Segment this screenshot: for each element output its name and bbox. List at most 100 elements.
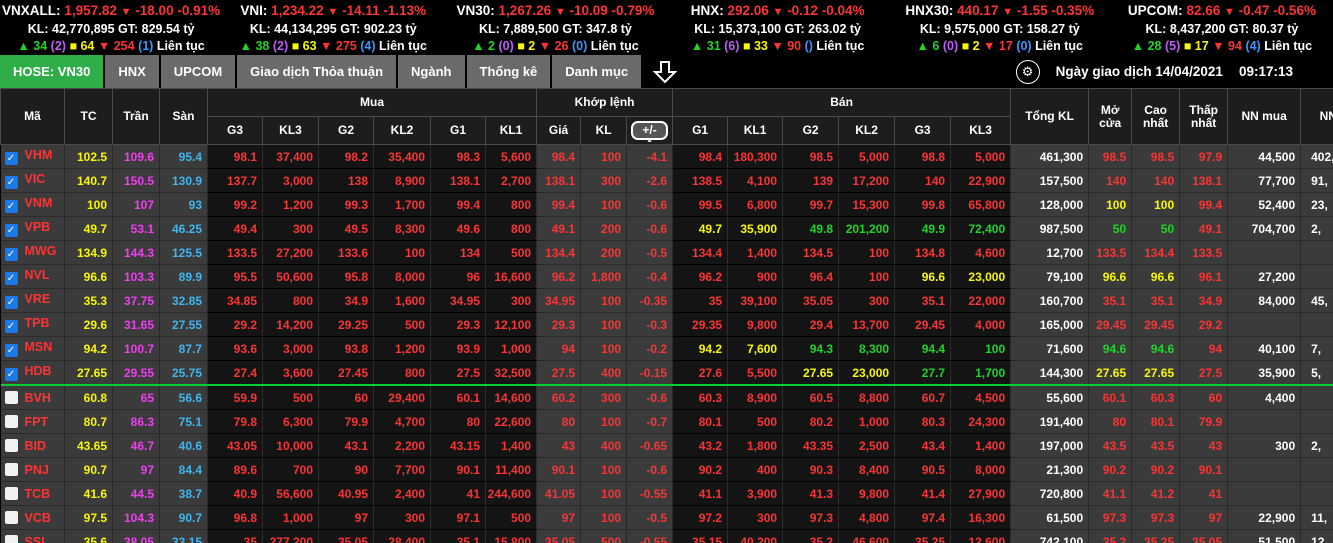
column-header-buy-kl3[interactable]: KL3: [262, 116, 319, 145]
sell-vol2-cell: 100: [838, 264, 896, 289]
index-panel[interactable]: VN30: 1,267.26 ▼ -10.09 -0.79% KL: 7,889…: [444, 2, 666, 55]
column-header-change[interactable]: +/- ▲: [626, 116, 674, 145]
ticker-symbol[interactable]: VCB: [25, 511, 51, 525]
tab[interactable]: Danh mục: [552, 55, 642, 88]
row-checkbox[interactable]: [4, 510, 18, 524]
column-header-foreign-sell[interactable]: NN bán: [1300, 88, 1333, 145]
open-price-cell: 94.6: [1088, 336, 1133, 361]
index-panel[interactable]: VNI: 1,234.22 ▼ -14.11 -1.13% KL: 44,134…: [222, 2, 444, 55]
tab[interactable]: Ngành: [398, 55, 465, 88]
ticker-symbol[interactable]: TCB: [25, 487, 51, 501]
open-price-cell: 140: [1088, 168, 1133, 193]
column-header-buy-g3[interactable]: G3: [207, 116, 263, 145]
row-checkbox[interactable]: [4, 272, 18, 285]
sell-price1-cell: 138.5: [672, 168, 729, 193]
column-header-sell-g3[interactable]: G3: [894, 116, 952, 145]
ticker-symbol[interactable]: PNJ: [25, 463, 49, 477]
index-panel[interactable]: VNXALL: 1,957.82 ▼ -18.00 -0.91% KL: 42,…: [0, 2, 222, 55]
column-header-sell-g1[interactable]: G1: [672, 116, 729, 145]
high-price-cell: 140: [1131, 168, 1181, 193]
column-header-total-volume[interactable]: Tổng KL: [1010, 88, 1090, 145]
unchanged-icon: ■: [517, 39, 529, 53]
row-checkbox[interactable]: [4, 534, 18, 543]
foreign-sell-cell: 402,: [1300, 144, 1333, 169]
low-price-cell: 43: [1179, 433, 1229, 458]
ticker-symbol[interactable]: BID: [25, 439, 47, 453]
column-header-open[interactable]: Mở cửa: [1088, 88, 1133, 145]
table-row: BVH 60.8 65 56.6 59.9 500 60 29,400 60.1…: [0, 385, 1333, 410]
ceiling-price-cell: 144.3: [112, 240, 160, 265]
row-checkbox[interactable]: [4, 414, 18, 428]
ticker-symbol[interactable]: VPB: [25, 220, 51, 234]
column-header-sell-g2[interactable]: G2: [782, 116, 840, 145]
row-checkbox[interactable]: [4, 368, 18, 381]
column-header-sell-kl3[interactable]: KL3: [950, 116, 1012, 145]
tab[interactable]: HNX: [105, 55, 159, 88]
symbol-cell: FPT: [0, 409, 65, 434]
sell-vol2-cell: 8,800: [838, 385, 896, 410]
row-checkbox[interactable]: [4, 152, 18, 165]
row-checkbox[interactable]: [4, 296, 18, 309]
column-header-sell-kl2[interactable]: KL2: [838, 116, 896, 145]
ticker-symbol[interactable]: NVL: [25, 268, 50, 282]
tab[interactable]: UPCOM: [160, 55, 236, 88]
tab[interactable]: HOSE: VN30: [0, 55, 104, 88]
row-checkbox[interactable]: [4, 176, 18, 189]
ticker-symbol[interactable]: VHM: [25, 148, 53, 162]
ticker-symbol[interactable]: FPT: [25, 415, 49, 429]
tab[interactable]: Giao dịch Thỏa thuận: [237, 55, 397, 88]
row-checkbox[interactable]: [4, 486, 18, 500]
column-header-sell-kl1[interactable]: KL1: [727, 116, 784, 145]
open-price-cell: 97.3: [1088, 505, 1133, 530]
symbol-cell: VRE: [0, 288, 65, 313]
column-header-buy-kl1[interactable]: KL1: [484, 116, 538, 145]
column-header-symbol[interactable]: Mã: [0, 88, 65, 145]
row-checkbox[interactable]: [4, 200, 18, 213]
row-checkbox[interactable]: [4, 390, 18, 404]
index-summary-bar: VNXALL: 1,957.82 ▼ -18.00 -0.91% KL: 42,…: [0, 0, 1333, 55]
ticker-symbol[interactable]: VNM: [25, 196, 53, 210]
ticker-symbol[interactable]: MWG: [25, 244, 57, 258]
scroll-down-arrow-icon[interactable]: [643, 55, 687, 88]
ticker-symbol[interactable]: VRE: [25, 292, 51, 306]
column-header-buy-kl2[interactable]: KL2: [373, 116, 431, 145]
row-checkbox[interactable]: [4, 462, 18, 476]
ticker-symbol[interactable]: VIC: [25, 172, 46, 186]
ticker-symbol[interactable]: TPB: [25, 316, 50, 330]
table-row: VPB 49.7 53.1 46.25 49.4 300 49.5 8,300 …: [0, 216, 1333, 241]
column-header-floor[interactable]: Sàn: [159, 88, 208, 145]
row-checkbox[interactable]: [4, 248, 18, 261]
buy-vol2-cell: 2,200: [373, 433, 431, 458]
sell-vol2-cell: 9,800: [838, 481, 896, 506]
row-checkbox[interactable]: [4, 344, 18, 357]
ticker-symbol[interactable]: HDB: [25, 364, 52, 378]
ticker-symbol[interactable]: MSN: [25, 340, 53, 354]
gear-icon[interactable]: ⚙: [1015, 59, 1040, 84]
index-panel[interactable]: HNX30: 440.17 ▼ -1.55 -0.35% KL: 9,575,0…: [889, 2, 1111, 55]
column-header-match-vol[interactable]: KL: [580, 116, 628, 145]
sell-vol1-cell: 500: [727, 409, 784, 434]
ticker-symbol[interactable]: SSI: [25, 535, 45, 543]
foreign-sell-cell: [1300, 457, 1333, 482]
column-header-ref[interactable]: TC: [64, 88, 113, 145]
ticker-symbol[interactable]: BVH: [25, 391, 51, 405]
column-header-match-price[interactable]: Giá: [536, 116, 582, 145]
column-header-low[interactable]: Thấp nhất: [1179, 88, 1229, 145]
index-panel[interactable]: HNX: 292.06 ▼ -0.12 -0.04% KL: 15,373,10…: [667, 2, 889, 55]
index-panel[interactable]: UPCOM: 82.66 ▼ -0.47 -0.56% KL: 8,437,20…: [1111, 2, 1333, 55]
foreign-sell-cell: 5,: [1300, 360, 1333, 386]
row-checkbox[interactable]: [4, 224, 18, 237]
low-price-cell: 97: [1179, 505, 1229, 530]
column-header-ceiling[interactable]: Trần: [112, 88, 160, 145]
row-checkbox[interactable]: [4, 320, 18, 333]
buy-vol3-cell: 27,200: [262, 240, 319, 265]
row-checkbox[interactable]: [4, 438, 18, 452]
column-header-buy-g2[interactable]: G2: [318, 116, 374, 145]
column-header-foreign-buy[interactable]: NN mua: [1227, 88, 1302, 145]
tab[interactable]: Thống kê: [466, 55, 551, 88]
floor-price-cell: 130.9: [159, 168, 208, 193]
foreign-buy-cell: 704,700: [1227, 216, 1302, 241]
high-price-cell: 41.2: [1131, 481, 1181, 506]
column-header-high[interactable]: Cao nhất: [1131, 88, 1181, 145]
column-header-buy-g1[interactable]: G1: [430, 116, 486, 145]
